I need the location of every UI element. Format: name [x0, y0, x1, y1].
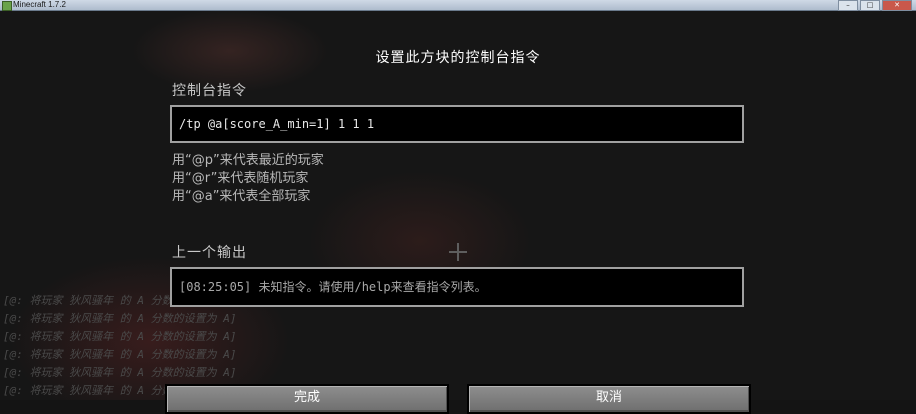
window-title: Minecraft 1.7.2 [13, 0, 66, 9]
cancel-button[interactable]: 取消 [467, 384, 751, 414]
help-line-random: 用“@r”来代表随机玩家 [172, 171, 309, 186]
minecraft-app-icon [2, 1, 12, 11]
window-titlebar[interactable]: Minecraft 1.7.2 – □ ✕ [0, 0, 916, 11]
done-button[interactable]: 完成 [165, 384, 449, 414]
chat-line: [@: 将玩家 狄风骚年 的 A 分数的设置为 A] [3, 348, 237, 361]
chat-line: [@: 将玩家 狄风骚年 的 A 分数的设置为 A] [3, 330, 237, 343]
help-line-all: 用“@a”来代表全部玩家 [172, 189, 311, 204]
minimize-button[interactable]: – [838, 0, 858, 11]
window-controls: – □ ✕ [838, 0, 912, 11]
command-label: 控制台指令 [172, 83, 247, 99]
output-label: 上一个输出 [172, 245, 247, 261]
help-line-nearest: 用“@p”来代表最近的玩家 [172, 153, 324, 168]
crosshair-icon [449, 243, 467, 261]
maximize-button[interactable]: □ [860, 0, 880, 11]
previous-output-field: [08:25:05] 未知指令。请使用/help来查看指令列表。 [170, 267, 744, 307]
dialog-title: 设置此方块的控制台指令 [375, 50, 541, 66]
chat-line: [@: 将玩家 狄风骚年 的 A 分数的设置为 A] [3, 366, 237, 379]
command-input[interactable]: /tp @a[score_A_min=1] 1 1 1 [170, 105, 744, 143]
chat-line: [@: 将玩家 狄风骚年 的 A 分数的设置为 A] [3, 312, 237, 325]
game-background: [@: 将玩家 狄风骚年 的 A 分数的设置为 A] [@: 将玩家 狄风骚年 … [0, 11, 916, 400]
close-button[interactable]: ✕ [882, 0, 912, 11]
